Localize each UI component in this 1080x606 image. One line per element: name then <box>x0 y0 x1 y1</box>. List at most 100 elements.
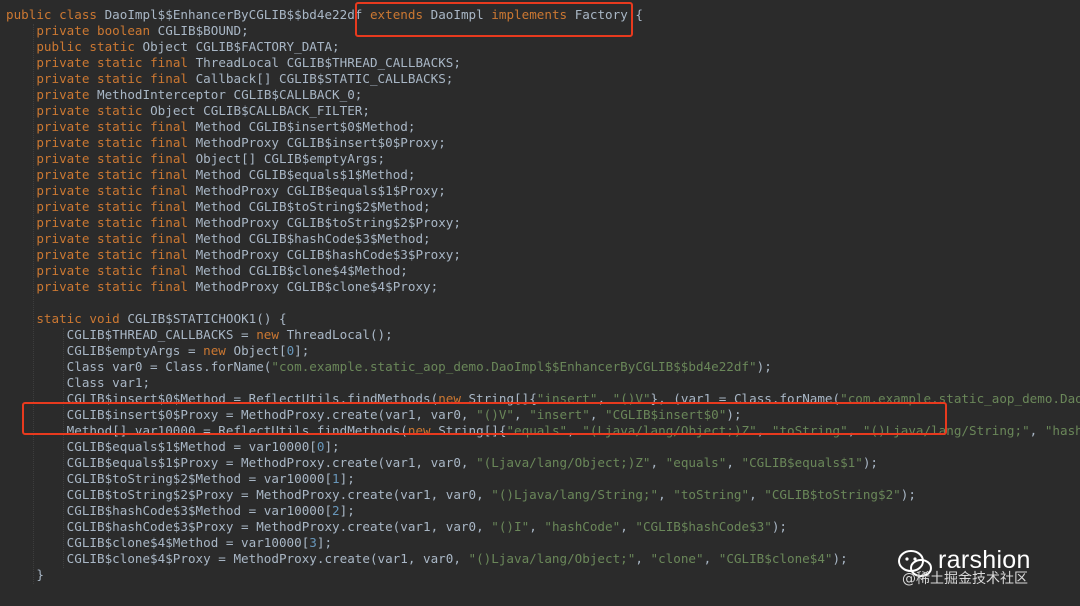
code-token: CGLIB$BOUND; <box>157 23 249 38</box>
code-token: } <box>6 567 44 582</box>
code-token: Method CGLIB$toString$2$Method; <box>195 199 431 214</box>
code-token: private static final <box>36 263 196 278</box>
code-token: "CGLIB$hashCode$3" <box>635 519 772 534</box>
code-token: public class <box>6 7 105 22</box>
code-token: private boolean <box>36 23 158 38</box>
code-token: Method[] var10000 = ReflectUtils.findMet… <box>6 423 408 438</box>
code-token: "()Ljava/lang/String;" <box>491 487 659 502</box>
watermark: rarshion @稀土掘金技术社区 <box>896 546 1076 602</box>
code-line: CGLIB$hashCode$3$Method = var10000[2]; <box>6 503 1080 519</box>
code-line: static void CGLIB$STATICHOOK1() { <box>6 311 1080 327</box>
code-token: ); <box>900 487 916 502</box>
code-line: private MethodInterceptor CGLIB$CALLBACK… <box>6 87 1080 103</box>
code-line: private static final MethodProxy CGLIB$t… <box>6 215 1080 231</box>
code-line: public static Object CGLIB$FACTORY_DATA; <box>6 39 1080 55</box>
code-token: Callback[] CGLIB$STATIC_CALLBACKS; <box>195 71 454 86</box>
code-token: "com.example.static_aop_demo.DaoImpl$$En… <box>271 359 757 374</box>
code-token: 1 <box>332 471 340 486</box>
code-token: String[]{ <box>438 423 507 438</box>
code-line: CGLIB$insert$0$Proxy = MethodProxy.creat… <box>6 407 1080 423</box>
code-token: CGLIB$insert$0$Proxy = MethodProxy.creat… <box>6 407 477 422</box>
code-line: CGLIB$insert$0$Method = ReflectUtils.fin… <box>6 391 1080 407</box>
code-token: ]; <box>324 439 340 454</box>
code-token: , <box>529 519 545 534</box>
code-token: , <box>635 551 651 566</box>
code-token: CGLIB$toString$2$Proxy = MethodProxy.cre… <box>6 487 492 502</box>
code-token: private static final <box>36 183 196 198</box>
code-token: private static final <box>36 151 196 166</box>
code-token: CGLIB$clone$4$Method = var10000[ <box>6 535 310 550</box>
code-line: private static final Method CGLIB$hashCo… <box>6 231 1080 247</box>
code-token: CGLIB$clone$4$Proxy = MethodProxy.create… <box>6 551 469 566</box>
code-token: ThreadLocal CGLIB$THREAD_CALLBACKS; <box>195 55 461 70</box>
code-token: "insert" <box>529 407 590 422</box>
code-token: 3 <box>309 535 317 550</box>
code-token: , <box>650 455 666 470</box>
code-line: CGLIB$toString$2$Method = var10000[1]; <box>6 471 1080 487</box>
code-token: new <box>256 327 287 342</box>
code-token: private static final <box>36 199 196 214</box>
code-token: "equals" <box>506 423 568 438</box>
code-token: Method CGLIB$clone$4$Method; <box>195 263 408 278</box>
code-token: MethodProxy CGLIB$clone$4$Proxy; <box>195 279 439 294</box>
code-token: Object CGLIB$FACTORY_DATA; <box>142 39 340 54</box>
code-line: Class var1; <box>6 375 1080 391</box>
code-token: , <box>589 407 606 422</box>
code-token: , <box>658 487 674 502</box>
code-token: MethodProxy CGLIB$insert$0$Proxy; <box>195 135 446 150</box>
code-token: CGLIB$equals$1$Proxy = MethodProxy.creat… <box>6 455 477 470</box>
code-token: ]; <box>316 535 333 550</box>
code-line: private static Object CGLIB$CALLBACK_FIL… <box>6 103 1080 119</box>
code-token: CGLIB$insert$0$Method = ReflectUtils.fin… <box>6 391 439 406</box>
code-token: , <box>597 391 613 406</box>
code-token: MethodProxy CGLIB$toString$2$Proxy; <box>195 215 461 230</box>
code-token: "toString" <box>771 423 848 438</box>
code-line: private static final MethodProxy CGLIB$h… <box>6 247 1080 263</box>
code-token: Object[ <box>233 343 287 358</box>
code-token: ThreadLocal(); <box>286 327 393 342</box>
code-token: ); <box>862 455 878 470</box>
code-token: , <box>1029 423 1045 438</box>
code-line: private static final MethodProxy CGLIB$c… <box>6 279 1080 295</box>
code-token: private static final <box>36 135 196 150</box>
code-token: new <box>203 343 234 358</box>
code-token: }, (var1 = Class.forName( <box>650 391 841 406</box>
code-token: private static final <box>36 247 196 262</box>
code-token: private <box>36 87 98 102</box>
code-line: CGLIB$equals$1$Proxy = MethodProxy.creat… <box>6 455 1080 471</box>
code-token: "com.example.static_aop_demo.DaoImpl" <box>840 391 1080 406</box>
code-token: CGLIB$hashCode$3$Proxy = MethodProxy.cre… <box>6 519 492 534</box>
code-token: "clone" <box>650 551 704 566</box>
code-token: "hashCode" <box>544 519 621 534</box>
code-line: private static final Object[] CGLIB$empt… <box>6 151 1080 167</box>
code-editor[interactable]: public class DaoImpl$$EnhancerByCGLIB$$b… <box>0 0 1080 606</box>
code-token: "()V" <box>612 391 651 406</box>
code-token: , <box>847 423 863 438</box>
code-token: "CGLIB$toString$2" <box>764 487 901 502</box>
code-token: "equals" <box>665 455 727 470</box>
code-token: DaoImpl$$EnhancerByCGLIB$$bd4e22df <box>104 7 370 22</box>
code-token: private static final <box>36 71 196 86</box>
code-token: new <box>407 423 439 438</box>
code-token: private static final <box>36 55 196 70</box>
code-token: private static final <box>36 215 196 230</box>
code-token: MethodInterceptor CGLIB$CALLBACK_0; <box>97 87 363 102</box>
code-line: private static final Method CGLIB$clone$… <box>6 263 1080 279</box>
code-token: , <box>756 423 772 438</box>
code-token: "()Ljava/lang/String;" <box>862 423 1030 438</box>
code-token: Class var1; <box>6 375 151 390</box>
code-token: ]; <box>339 471 355 486</box>
code-token: CGLIB$hashCode$3$Method = var10000[ <box>6 503 333 518</box>
code-token: DaoImpl <box>430 7 492 22</box>
